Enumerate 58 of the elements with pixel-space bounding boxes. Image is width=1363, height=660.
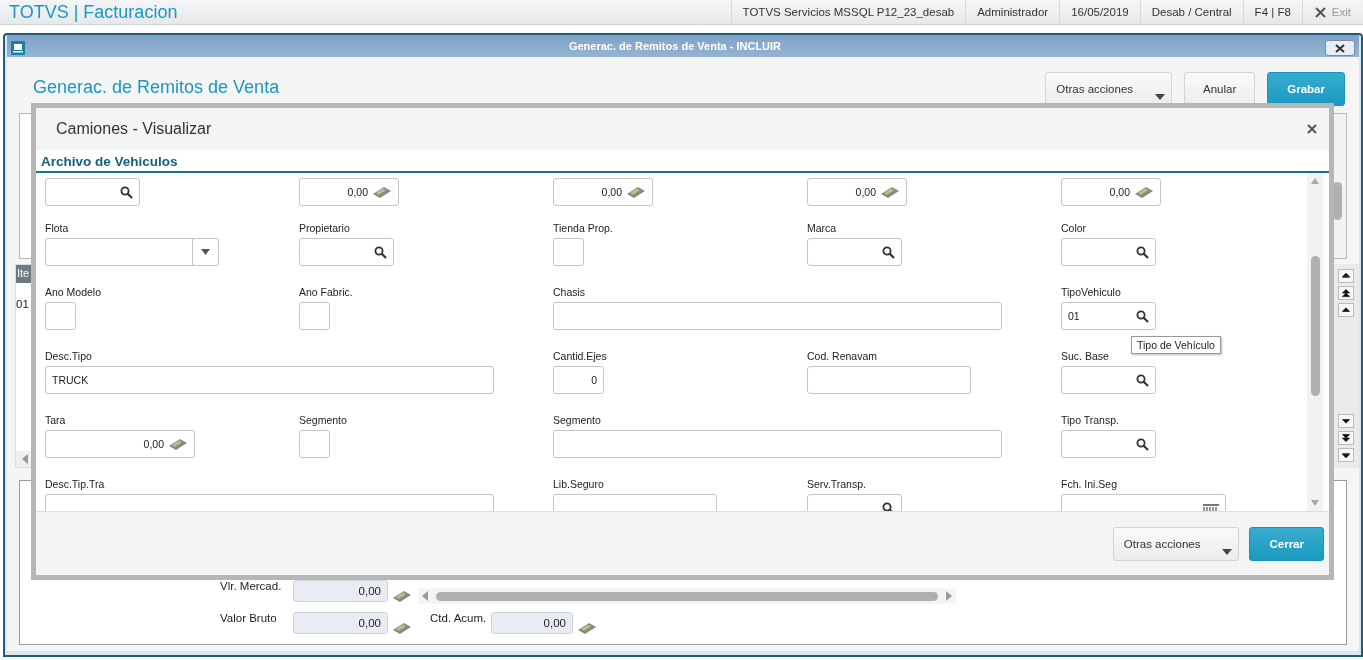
input-field[interactable]: TRUCK bbox=[45, 366, 494, 394]
tooltip: Tipo de Vehículo bbox=[1131, 336, 1221, 354]
field-value: TRUCK bbox=[52, 374, 89, 386]
field-label: Desc.Tip.Tra bbox=[45, 478, 105, 491]
input-field[interactable]: 0 bbox=[553, 366, 604, 394]
window-title: Generac. de Remitos de Venta - INCLUIR bbox=[567, 40, 783, 52]
amount-field[interactable]: 0,00 bbox=[45, 430, 195, 458]
actions-menu-button[interactable]: Otras acciones bbox=[1045, 72, 1173, 106]
field-label: Serv.Transp. bbox=[807, 478, 866, 491]
page-heading: Generac. de Remitos de Venta bbox=[33, 77, 280, 98]
field-label: Lib.Seguro bbox=[553, 478, 604, 491]
field-label: Tienda Prop. bbox=[553, 222, 613, 235]
field-label: Tipo Transp. bbox=[1061, 414, 1119, 427]
section-title: Archivo de Vehiculos bbox=[36, 150, 1329, 173]
field-value: 01 bbox=[1068, 310, 1080, 322]
field-value: 0,00 bbox=[143, 438, 164, 450]
readonly-field: 0,00 bbox=[293, 580, 388, 602]
cancel-button[interactable]: Anular bbox=[1184, 72, 1256, 106]
actions-menu-button[interactable]: Otras acciones bbox=[1112, 526, 1240, 561]
dialog-title: Camiones - Visualizar bbox=[56, 120, 212, 138]
field-label: Ano Modelo bbox=[45, 286, 102, 299]
field-label: Cod. Renavam bbox=[807, 350, 878, 363]
amount-field[interactable]: 0,00 bbox=[553, 178, 653, 206]
field-label: Tara bbox=[45, 414, 66, 427]
readonly-field: 0,00 bbox=[491, 612, 573, 634]
app-title: TOTVS | Facturacion bbox=[8, 1, 178, 23]
status-item: TOTVS Servicios MSSQL P12_23_desab bbox=[730, 0, 966, 24]
amount-field[interactable]: 0,00 bbox=[299, 178, 399, 206]
field-value: 0,00 bbox=[855, 186, 876, 198]
status-item: 16/05/2019 bbox=[1059, 0, 1140, 24]
field-value: 0 bbox=[591, 374, 597, 386]
field-label: Flota bbox=[45, 222, 69, 235]
table-cell-text: 01 bbox=[16, 297, 29, 311]
field-label: Marca bbox=[807, 222, 837, 235]
status-item: Administrador bbox=[965, 0, 1060, 24]
field-label: TipoVehiculo bbox=[1061, 286, 1121, 299]
amount-field[interactable]: 0,00 bbox=[807, 178, 907, 206]
field-label: Chasis bbox=[553, 286, 586, 299]
field-label: Fch. Ini.Seg bbox=[1061, 478, 1118, 491]
field-label: Color bbox=[1061, 222, 1087, 235]
field-label: Cantid.Ejes bbox=[553, 350, 607, 363]
status-item: Desab / Central bbox=[1139, 0, 1243, 24]
field-label: Segmento bbox=[553, 414, 601, 427]
lookup-field[interactable]: 01 bbox=[1061, 302, 1156, 330]
field-label: Ctd. Acum. bbox=[429, 612, 488, 624]
field-label: Suc. Base bbox=[1061, 350, 1109, 363]
field-label: Propietario bbox=[299, 222, 350, 235]
amount-field[interactable]: 0,00 bbox=[1061, 178, 1161, 206]
status-item: F4 | F8 bbox=[1242, 0, 1302, 24]
field-label: Desc.Tipo bbox=[45, 350, 92, 363]
field-value: 0,00 bbox=[1109, 186, 1130, 198]
field-label: Vlr. Mercad. bbox=[220, 580, 283, 592]
field-label: Ano Fabric. bbox=[299, 286, 353, 299]
field-value: 0,00 bbox=[347, 186, 368, 198]
field-label: Valor Bruto bbox=[220, 612, 278, 624]
readonly-field: 0,00 bbox=[293, 612, 388, 634]
field-label: Segmento bbox=[299, 414, 347, 427]
field-value: 0,00 bbox=[601, 186, 622, 198]
